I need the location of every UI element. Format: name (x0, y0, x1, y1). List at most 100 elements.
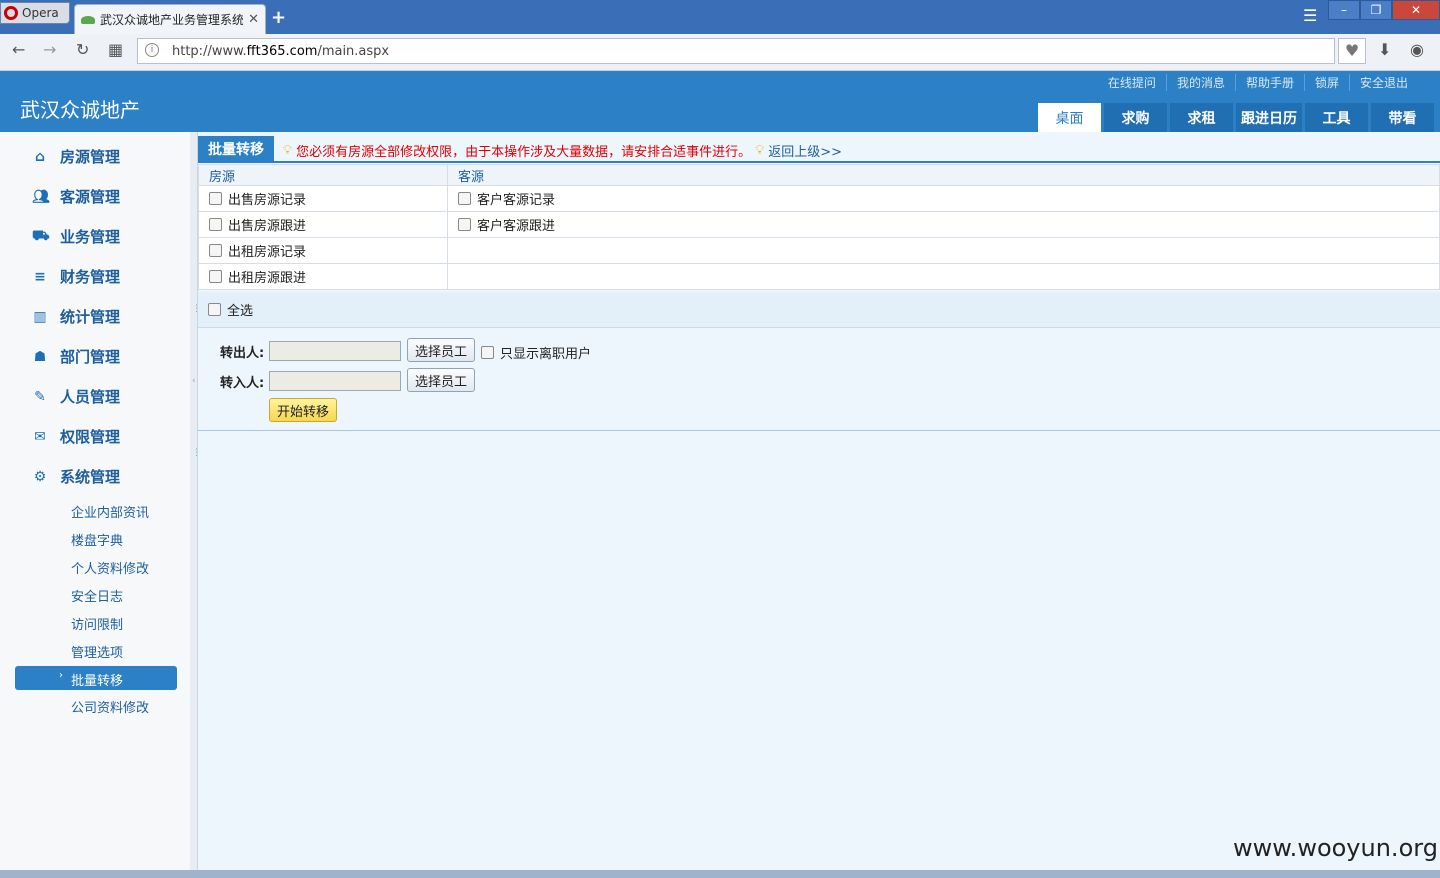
choose-from-staff-button[interactable]: 选择员工 (407, 338, 475, 362)
download-icon[interactable]: ⬇ (1378, 40, 1391, 59)
sidebar-item-label: 人员管理 (60, 388, 121, 406)
sidebar-item-permissions[interactable]: ✉ 权限管理 (32, 426, 120, 447)
bulb-icon: 💡︎ (755, 143, 765, 158)
collapse-arrow-icon[interactable]: ‹ (192, 376, 196, 386)
sidebar-item-staff[interactable]: ✎ 人员管理 (32, 386, 120, 407)
chart-icon: ▥ (33, 308, 47, 325)
form-divider (198, 430, 1440, 431)
sub-item-news[interactable]: 企业内部资讯 (71, 502, 149, 521)
address-bar[interactable]: http://www. fft365.com/main.aspx (137, 38, 1335, 64)
heart-icon[interactable]: ♥ (1338, 38, 1366, 64)
select-all-bar: 全选 (198, 292, 1440, 328)
chevron-right-icon: › (59, 670, 63, 681)
table-row: 出售房源跟进 客户客源跟进 (198, 211, 1440, 238)
back-icon[interactable]: ← (12, 40, 25, 59)
to-person-input[interactable] (269, 371, 401, 391)
org-icon: ☗ (33, 348, 47, 365)
sub-item-security-log[interactable]: 安全日志 (71, 586, 123, 605)
tab-rent[interactable]: 求租 (1170, 103, 1233, 132)
os-taskbar (0, 870, 1440, 878)
checkbox-only-left-users[interactable] (481, 346, 494, 359)
link-help-manual[interactable]: 帮助手册 (1234, 74, 1304, 91)
sidebar-item-property[interactable]: ⌂ 房源管理 (32, 146, 120, 167)
brand-title: 武汉众诚地产 (20, 98, 140, 122)
link-ask-online[interactable]: 在线提问 (1098, 74, 1166, 91)
chat-icon: ✉ (34, 428, 46, 445)
sidebar-item-label: 部门管理 (60, 348, 121, 366)
to-label: 转入人: (220, 376, 265, 391)
option-label: 出租房源记录 (228, 245, 307, 260)
sub-item-profile[interactable]: 个人资料修改 (71, 558, 149, 577)
url-prefix: http://www. (172, 43, 247, 59)
watermark: www.wooyun.org (1233, 834, 1438, 862)
from-person-input[interactable] (269, 341, 401, 361)
only-left-users-label: 只显示离职用户 (500, 347, 592, 362)
url-domain: fft365.com (246, 43, 318, 59)
choose-to-staff-button[interactable]: 选择员工 (407, 368, 475, 392)
sidebar-item-business[interactable]: ⛟ 业务管理 (32, 226, 120, 247)
table-row: 出租房源记录 (198, 237, 1440, 264)
checkbox-client-record[interactable] (458, 192, 471, 205)
site-favicon-icon (81, 15, 95, 24)
sub-item-access-limit[interactable]: 访问限制 (71, 614, 123, 633)
sidebar-item-finance[interactable]: ≡ 财务管理 (32, 266, 120, 287)
restore-button[interactable]: ❐ (1360, 0, 1392, 20)
tab-menu-icon[interactable]: ☰ (1303, 6, 1317, 25)
option-label: 出售房源记录 (228, 193, 307, 208)
checkbox-rent-record[interactable] (209, 244, 222, 257)
reload-icon[interactable]: ↻ (76, 40, 89, 59)
start-transfer-button[interactable]: 开始转移 (269, 398, 337, 422)
tab-tools[interactable]: 工具 (1305, 103, 1368, 132)
checkbox-sale-record[interactable] (209, 192, 222, 205)
table-row: 出售房源记录 客户客源记录 (198, 185, 1440, 212)
close-window-button[interactable]: ✕ (1392, 0, 1440, 20)
window-controls: – ❐ ✕ (1328, 0, 1440, 22)
home-icon: ⌂ (34, 148, 46, 165)
browser-tab[interactable]: 武汉众诚地产业务管理系统 ✕ (74, 4, 266, 34)
title-underline (198, 161, 1440, 163)
sidebar-item-system[interactable]: ⚙ 系统管理 (32, 466, 120, 487)
checkbox-client-followup[interactable] (458, 218, 471, 231)
page-title: 批量转移 (198, 136, 274, 162)
forward-icon[interactable]: → (43, 40, 56, 59)
security-icon[interactable]: i (145, 43, 159, 57)
sidebar-splitter[interactable]: ⋮ ‹ ⋮ (190, 132, 201, 878)
sidebar-item-label: 权限管理 (60, 428, 121, 446)
tab-followup-calendar[interactable]: 跟进日历 (1236, 103, 1302, 132)
link-my-messages[interactable]: 我的消息 (1165, 74, 1235, 91)
table-row: 出租房源跟进 (198, 263, 1440, 290)
transfer-options-table: 房源 客源 出售房源记录 客户客源记录 出售房源跟进 客户客源跟进 出租房源记录… (198, 164, 1440, 290)
sub-item-company-info[interactable]: 公司资料修改 (71, 697, 149, 716)
sidebar-item-statistics[interactable]: ▥ 统计管理 (32, 306, 120, 327)
link-logout[interactable]: 安全退出 (1348, 74, 1418, 91)
sub-item-manage-options[interactable]: 管理选项 (71, 642, 123, 661)
empty-cell (447, 263, 1440, 290)
opera-menu-button[interactable]: Opera (0, 2, 70, 24)
sidebar-item-departments[interactable]: ☗ 部门管理 (32, 346, 120, 367)
checkbox-rent-followup[interactable] (209, 270, 222, 283)
tab-buy[interactable]: 求购 (1104, 103, 1167, 132)
new-tab-button[interactable]: + (271, 7, 286, 28)
sub-item-building-dict[interactable]: 楼盘字典 (71, 530, 123, 549)
only-left-users-option[interactable]: 只显示离职用户 (481, 343, 591, 362)
sidebar-item-clients[interactable]: 👥︎ 客源管理 (32, 186, 120, 207)
option-label: 客户客源记录 (477, 193, 556, 208)
account-icon[interactable]: ◉ (1410, 40, 1424, 59)
minimize-button[interactable]: – (1328, 0, 1360, 20)
checkbox-select-all[interactable] (208, 303, 221, 316)
checkbox-sale-followup[interactable] (209, 218, 222, 231)
speed-dial-icon[interactable]: ▦ (108, 40, 123, 59)
sidebar-item-label: 系统管理 (60, 468, 121, 486)
sub-item-batch-transfer[interactable]: › 批量转移 (15, 666, 177, 690)
column-header-property: 房源 (198, 164, 448, 186)
tab-desktop[interactable]: 桌面 (1038, 103, 1101, 132)
back-link[interactable]: 返回上级>> (768, 141, 842, 160)
warning-bar: 💡︎ 您必须有房源全部修改权限，由于本操作涉及大量数据，请安排合适事件进行。 💡… (283, 141, 842, 160)
tab-close-icon[interactable]: ✕ (248, 12, 259, 27)
tab-viewing[interactable]: 带看 (1371, 103, 1434, 132)
link-lock-screen[interactable]: 锁屏 (1303, 74, 1349, 91)
column-header-client: 客源 (447, 164, 1440, 186)
option-label: 出售房源跟进 (228, 219, 307, 234)
opera-logo-icon (4, 6, 18, 20)
car-icon: ⛟ (32, 227, 50, 244)
